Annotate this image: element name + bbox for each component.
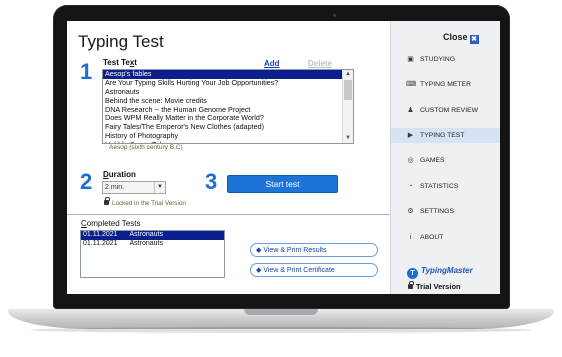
delete-link[interactable]: Delete — [308, 59, 332, 68]
test-name: Astronauts — [129, 231, 163, 238]
scroll-thumb[interactable] — [344, 80, 352, 100]
add-link[interactable]: Add — [264, 59, 280, 68]
globe-icon: ◎ — [407, 157, 414, 164]
chevron-down-icon[interactable]: ▼ — [154, 182, 165, 193]
sidebar-item-label: ABOUT — [420, 234, 444, 241]
table-row[interactable]: 01.11.2021 Astronauts — [81, 240, 224, 249]
sidebar-item-games[interactable]: ◎ GAMES — [391, 153, 500, 168]
start-test-button[interactable]: Start test — [227, 175, 338, 193]
test-text-label: Test Text — [103, 58, 137, 67]
sidebar-item-label: TYPING METER — [420, 81, 471, 88]
scroll-down-icon[interactable]: ▼ — [343, 134, 353, 143]
sidebar-item-typing-test[interactable]: ▶ TYPING TEST — [391, 128, 500, 143]
gear-icon: ⚙ — [407, 208, 414, 215]
step-1-number: 1 — [80, 59, 93, 84]
test-date: 01.11.2021 — [83, 231, 118, 238]
close-icon[interactable]: ✖ — [469, 35, 479, 44]
completed-tests-label: Completed Tests — [81, 219, 141, 228]
table-row[interactable]: 01.11.2021 Astronauts — [81, 231, 224, 240]
page-title: Typing Test — [78, 32, 164, 51]
sidebar-item-label: STATISTICS — [420, 183, 459, 190]
sidebar: Close ✖ ▣ STUDYING ⌨ TYPING METER ♟ CUSTOM REV… — [390, 21, 500, 294]
sidebar-item-label: TYPING TEST — [420, 132, 465, 139]
sidebar-item-label: CUSTOM REVIEW — [420, 107, 479, 114]
view-print-results-button[interactable]: ◆ View & Print Results — [250, 243, 378, 257]
list-item[interactable]: Aesop's fables — [103, 70, 342, 79]
step-3-number: 3 — [205, 169, 218, 194]
test-name: Astronauts — [129, 239, 163, 247]
app-window: Typing Test Add Delete 1 Test Text Aesop… — [67, 21, 500, 294]
main-panel: Typing Test Add Delete 1 Test Text Aesop… — [67, 21, 390, 294]
list-item[interactable]: Fairy Tales/The Emperor's New Clothes (a… — [103, 123, 342, 132]
list-item[interactable]: Astronauts — [103, 88, 342, 97]
close-button[interactable]: Close ✖ — [443, 32, 479, 44]
completed-tests-list[interactable]: 01.11.2021 Astronauts 01.11.2021 Astronauts — [80, 230, 225, 278]
test-text-list[interactable]: Aesop's fables Are Your Typing Skills Hur… — [102, 69, 354, 144]
list-item[interactable]: DNA Research -- the Human Genome Project — [103, 106, 342, 115]
list-item[interactable]: History of Photography — [103, 132, 342, 141]
keyboard-icon: ⌨ — [406, 81, 417, 88]
info-icon: i — [409, 234, 412, 241]
author-text: Aesop (sixth century B.C) — [109, 144, 183, 151]
sidebar-item-about[interactable]: i ABOUT — [391, 230, 500, 245]
duration-select[interactable]: 2 min. ▼ — [102, 181, 166, 194]
view-print-certificate-button[interactable]: ◆ View & Print Certificate — [250, 263, 378, 277]
locked-note: Locked in the Trial Version — [104, 197, 186, 207]
lock-icon — [408, 281, 414, 289]
step-2-number: 2 — [80, 169, 93, 194]
pie-chart-icon: ◔ — [408, 183, 413, 190]
section-divider — [67, 214, 390, 215]
sidebar-item-studying[interactable]: ▣ STUDYING — [391, 52, 500, 67]
list-item[interactable]: Does WPM Really Matter in the Corporate … — [103, 114, 342, 123]
play-circle-icon: ▶ — [407, 132, 414, 139]
lock-icon — [104, 197, 110, 205]
sidebar-item-custom-review[interactable]: ♟ CUSTOM REVIEW — [391, 103, 500, 118]
test-date: 01.11.2021 — [83, 239, 118, 247]
sidebar-item-label: GAMES — [420, 157, 445, 164]
webcam — [333, 14, 336, 17]
scroll-up-icon[interactable]: ▲ — [343, 70, 353, 79]
trial-version-label: Trial Version — [408, 281, 461, 291]
list-item[interactable]: Are Your Typing Skills Hurting Your Job … — [103, 79, 342, 88]
laptop-notch — [244, 309, 318, 315]
laptop-shadow — [30, 327, 532, 333]
typingmaster-icon: T — [407, 268, 418, 279]
person-icon: ♟ — [407, 107, 414, 114]
sidebar-item-settings[interactable]: ⚙ SETTINGS — [391, 204, 500, 219]
duration-value: 2 min. — [105, 184, 125, 191]
sidebar-item-label: SETTINGS — [420, 208, 454, 215]
sidebar-item-label: STUDYING — [420, 56, 456, 63]
brand-logo: T TypingMaster — [407, 266, 473, 279]
list-item[interactable]: Behind the scene: Movie credits — [103, 97, 342, 106]
duration-label: Duration — [103, 170, 136, 179]
briefcase-icon: ▣ — [407, 56, 414, 63]
test-text-scrollbar[interactable]: ▲ ▼ — [342, 70, 353, 143]
sidebar-item-statistics[interactable]: ◔ STATISTICS — [391, 179, 500, 194]
sidebar-item-typing-meter[interactable]: ⌨ TYPING METER — [391, 77, 500, 92]
